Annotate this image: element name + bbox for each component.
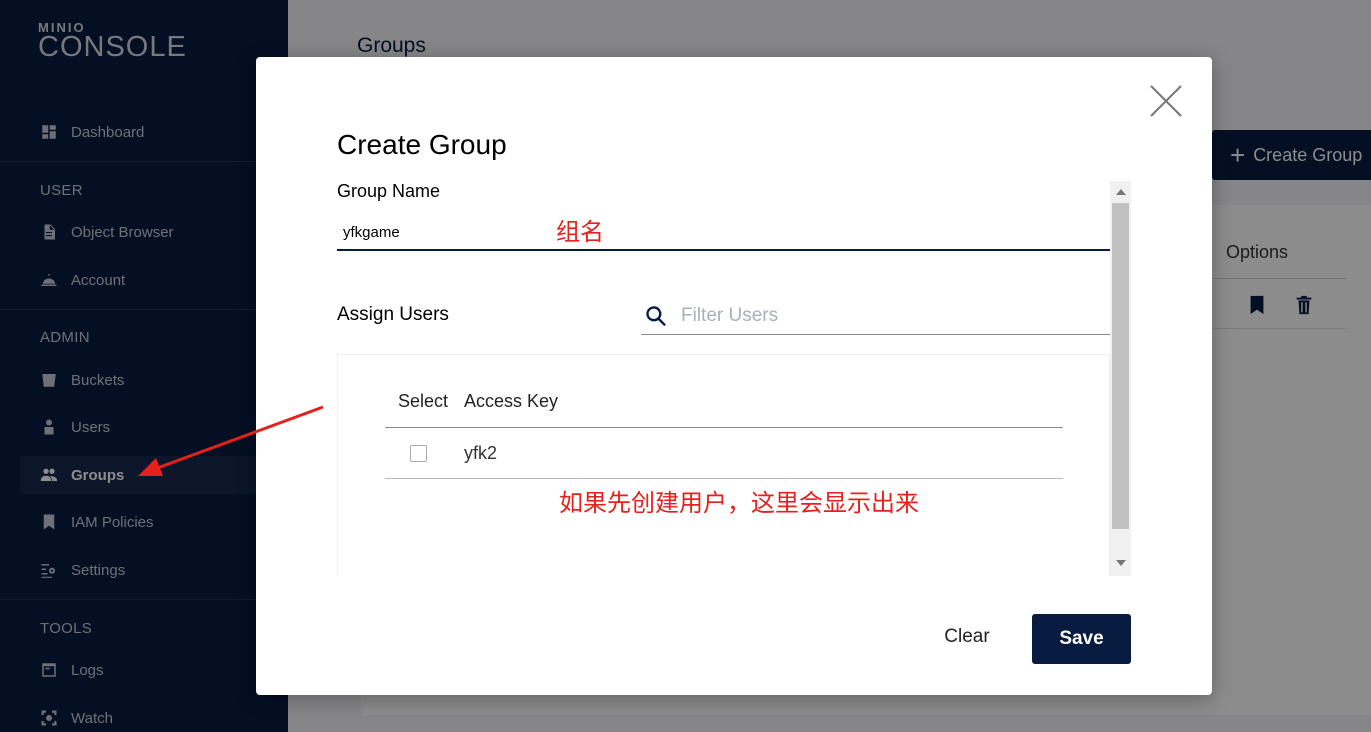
close-icon[interactable] xyxy=(1148,83,1184,119)
filter-users-input[interactable] xyxy=(681,304,1081,327)
search-icon xyxy=(643,303,669,329)
users-table xyxy=(337,354,1110,576)
table-header-divider xyxy=(385,427,1063,428)
select-user-checkbox[interactable] xyxy=(410,445,427,462)
dialog-title: Create Group xyxy=(337,129,507,160)
clear-button[interactable]: Clear xyxy=(928,617,1006,657)
assign-users-label: Assign Users xyxy=(337,304,449,325)
group-name-label: Group Name xyxy=(337,181,441,201)
scroll-up-arrow-icon[interactable] xyxy=(1116,189,1126,195)
create-group-dialog: Create Group Group Name 组名 Assign Users … xyxy=(256,57,1212,695)
filter-users-field[interactable] xyxy=(641,297,1110,335)
table-row-divider xyxy=(385,478,1063,479)
column-header-select: Select xyxy=(398,391,449,411)
annotation-users-note: 如果先创建用户，这里会显示出来 xyxy=(559,489,919,517)
column-header-access-key: Access Key xyxy=(464,391,559,411)
user-access-key: yfk2 xyxy=(464,443,498,463)
group-name-input[interactable] xyxy=(337,215,1110,251)
scrollbar-thumb[interactable] xyxy=(1112,203,1129,529)
scroll-down-arrow-icon[interactable] xyxy=(1116,560,1126,566)
annotation-group-name: 组名 xyxy=(556,218,604,246)
save-button[interactable]: Save xyxy=(1032,614,1131,664)
